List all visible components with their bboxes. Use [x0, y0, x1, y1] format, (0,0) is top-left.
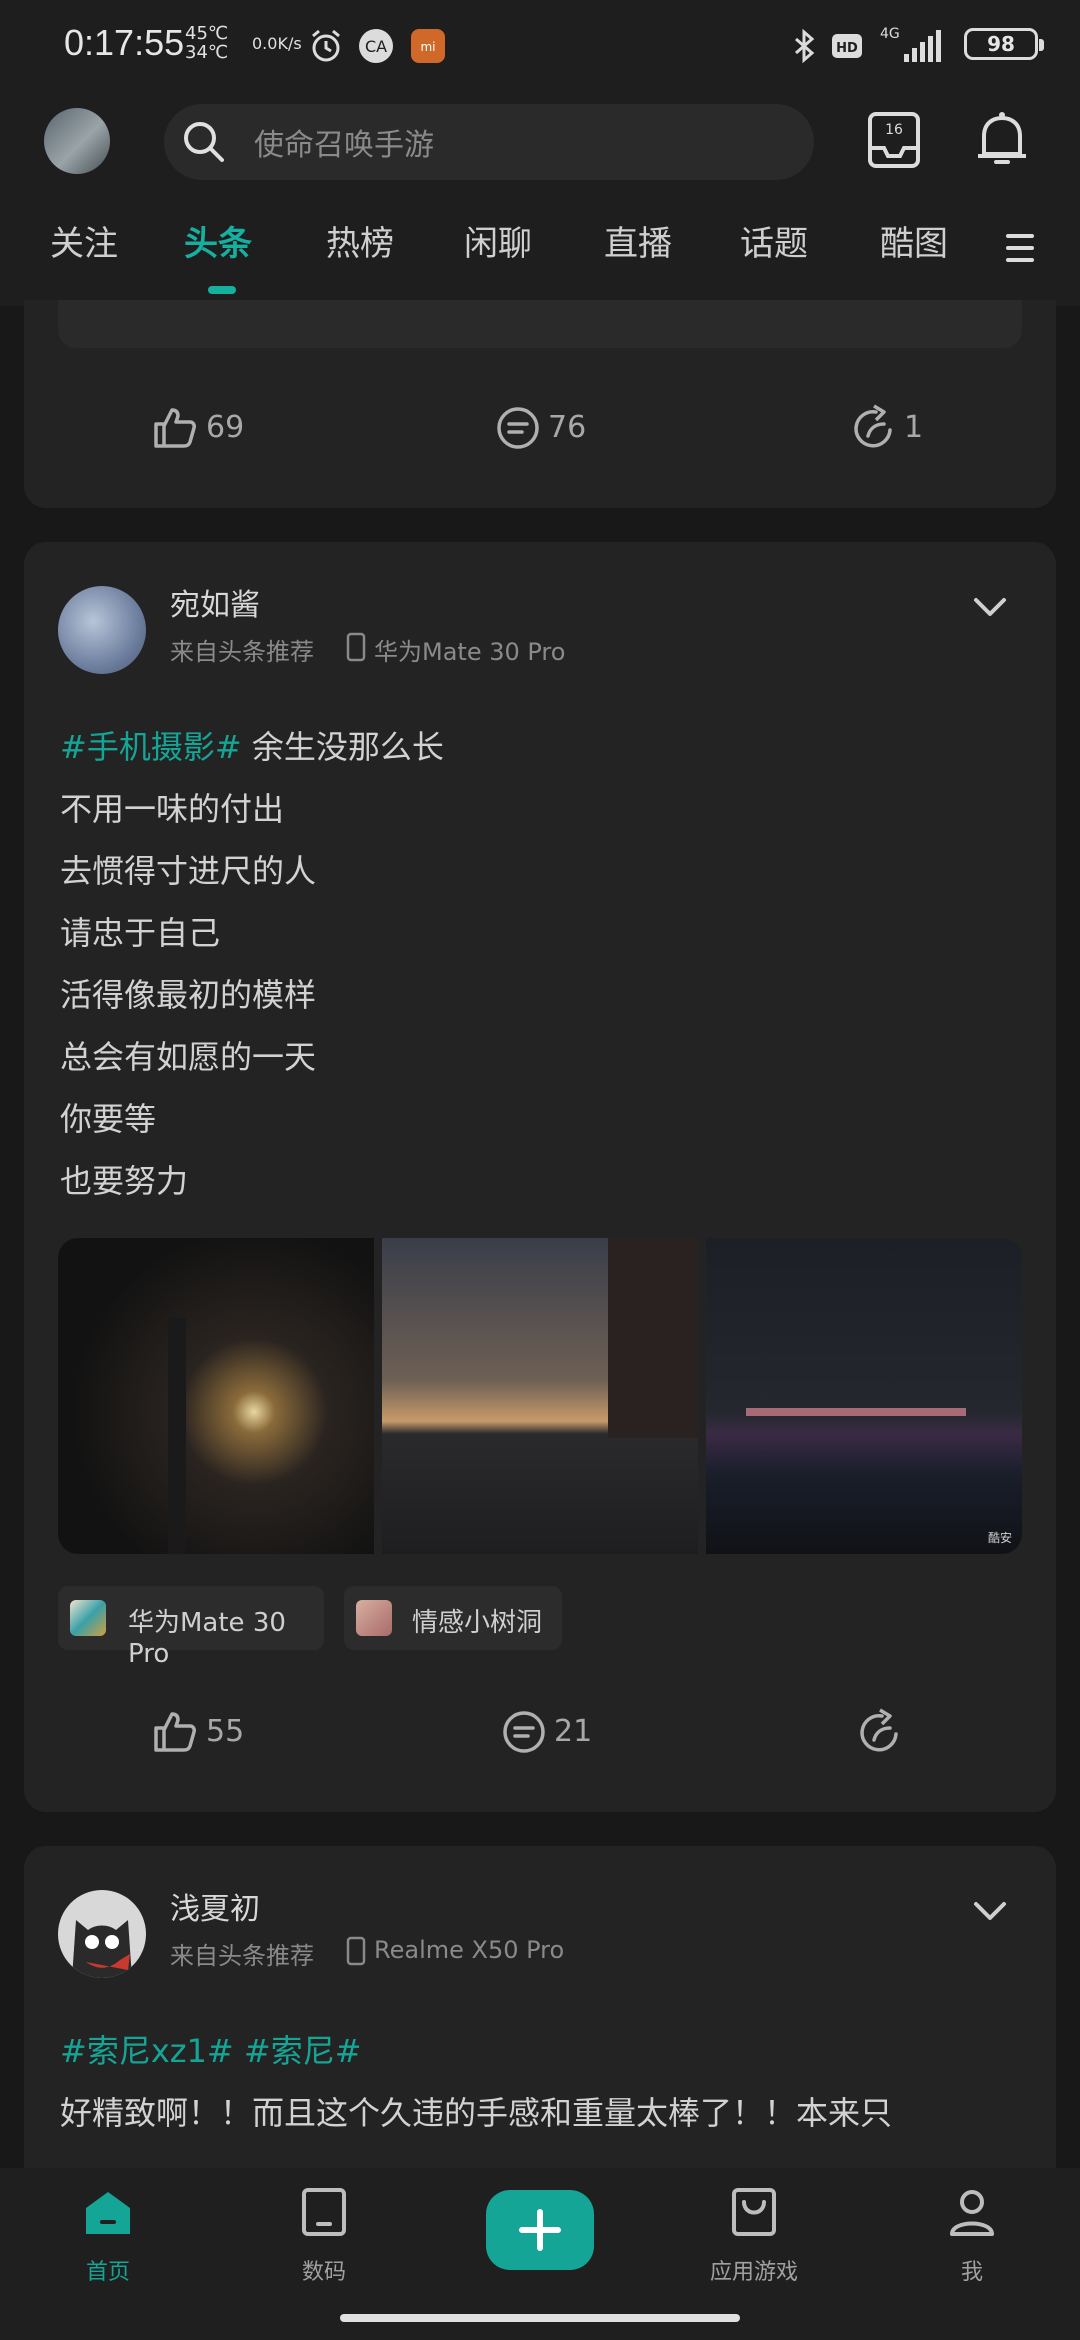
status-temps: 45℃ 34℃ [185, 23, 229, 63]
post-text-line: #手机摄影# 余生没那么长 [60, 728, 444, 766]
nav-label-home[interactable]: 首页 [28, 2254, 188, 2286]
active-tab-indicator [208, 286, 236, 294]
post-image[interactable] [382, 1238, 698, 1554]
phone-icon [346, 1936, 366, 1970]
nav-label-apps[interactable]: 应用游戏 [674, 2254, 834, 2286]
like-icon[interactable] [150, 1708, 198, 1760]
search-icon [180, 118, 226, 168]
svg-text:HD: HD [836, 41, 858, 56]
share-icon[interactable] [850, 404, 898, 456]
digital-icon[interactable] [298, 2186, 350, 2242]
bluetooth-icon [786, 28, 822, 64]
home-indicator[interactable] [340, 2314, 740, 2322]
post-text-line: 你要等 [60, 1100, 157, 1138]
share-count: 1 [904, 410, 924, 445]
post-text-line: 去惯得寸进尺的人 [60, 852, 317, 890]
profile-icon[interactable] [946, 2186, 998, 2242]
add-post-button[interactable] [486, 2190, 594, 2270]
home-icon[interactable] [82, 2186, 134, 2242]
status-net-speed: 0.0K/s [252, 34, 302, 53]
hashtag-link[interactable]: #手机摄影# [60, 728, 242, 766]
nav-label-digital[interactable]: 数码 [244, 2254, 404, 2286]
watermark: 酷安 [987, 1531, 1012, 1545]
app-notification-icon: CA [358, 28, 394, 64]
hd-icon: HD [830, 28, 866, 64]
comment-icon[interactable] [494, 404, 542, 456]
nav-label-me[interactable]: 我 [892, 2254, 1052, 2286]
comment-count: 21 [554, 1714, 593, 1749]
alarm-icon [308, 28, 344, 64]
post-image[interactable]: 酷安 [706, 1238, 1022, 1554]
menu-icon[interactable] [1002, 228, 1038, 272]
post-source: 来自头条推荐 [170, 1942, 314, 1970]
chevron-down-icon[interactable] [970, 590, 1010, 628]
bell-icon[interactable] [974, 110, 1030, 174]
device-chip[interactable]: 华为Mate 30 Pro [58, 1586, 324, 1669]
post-image[interactable] [58, 1238, 374, 1554]
post-text-line: 请忠于自己 [60, 914, 221, 952]
chevron-down-icon[interactable] [970, 1894, 1010, 1932]
avatar[interactable] [58, 586, 146, 674]
avatar[interactable] [44, 108, 110, 174]
search-placeholder: 使命召唤手游 [254, 128, 434, 163]
like-count: 55 [206, 1714, 245, 1749]
topic-chip[interactable]: 情感小树洞 [344, 1586, 562, 1650]
share-icon[interactable] [856, 1708, 904, 1760]
topic-thumbnail-icon [356, 1600, 392, 1636]
hashtag-link[interactable]: #索尼xz1# #索尼# [60, 2026, 362, 2072]
battery-indicator: 98 [964, 28, 1044, 60]
like-count: 69 [206, 410, 245, 445]
post-source: 来自头条推荐 [170, 638, 314, 666]
tab-chat[interactable]: 闲聊 [464, 216, 532, 265]
category-tabs: 关注 头条 热榜 闲聊 直播 话题 酷图 [0, 216, 1080, 296]
avatar[interactable] [58, 1890, 146, 1978]
previous-post-embed [58, 300, 1022, 348]
phone-thumbnail-icon [70, 1600, 106, 1636]
svg-text:CA: CA [365, 37, 387, 56]
post-username[interactable]: 宛如酱 [170, 580, 260, 624]
tab-follow[interactable]: 关注 [50, 216, 118, 265]
post-text-line: 好精致啊！！而且这个久违的手感和重量太棒了！！本来只 [60, 2094, 893, 2132]
comment-count: 76 [548, 410, 587, 445]
inbox-icon[interactable]: 16 [866, 110, 922, 174]
post-username[interactable]: 浅夏初 [170, 1884, 260, 1928]
svg-text:16: 16 [885, 122, 903, 138]
status-time: 0:17:55 [64, 22, 185, 63]
tab-live[interactable]: 直播 [604, 216, 672, 265]
post-device: 华为Mate 30 Pro [374, 638, 566, 666]
tab-cool-pics[interactable]: 酷图 [880, 216, 948, 265]
comment-icon[interactable] [500, 1708, 548, 1760]
post-text-line: 不用一味的付出 [60, 790, 285, 828]
post-text-line: 活得像最初的模样 [60, 976, 317, 1014]
svg-text:mi: mi [420, 40, 435, 54]
tab-hot[interactable]: 热榜 [326, 216, 394, 265]
post-device: Realme X50 Pro [374, 1936, 565, 1964]
phone-icon [346, 632, 366, 666]
tab-topics[interactable]: 话题 [740, 216, 808, 265]
signal-icon [902, 28, 942, 64]
post-text-line: 也要努力 [60, 1162, 189, 1200]
like-icon[interactable] [150, 404, 198, 456]
mi-notification-icon: mi [410, 28, 446, 64]
post-text-line: 总会有如愿的一天 [60, 1038, 317, 1076]
tab-headlines[interactable]: 头条 [184, 216, 252, 265]
app-store-icon[interactable] [728, 2186, 780, 2242]
network-type: 4G [880, 26, 900, 42]
